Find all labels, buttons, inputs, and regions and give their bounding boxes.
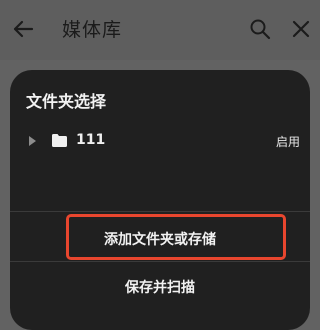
folder-name: 111 xyxy=(76,132,106,148)
folder-row[interactable]: 111 启用 xyxy=(10,124,310,160)
folder-icon xyxy=(52,134,67,147)
page-title: 媒体库 xyxy=(62,19,123,41)
app-bar: 媒体库 xyxy=(0,0,320,60)
save-and-scan-button[interactable]: 保存并扫描 xyxy=(10,277,310,297)
divider xyxy=(10,261,310,262)
close-icon[interactable] xyxy=(290,18,312,40)
folder-status-toggle[interactable]: 启用 xyxy=(276,133,300,150)
folder-selection-dialog: 文件夹选择 111 启用 添加文件夹或存储 保存并扫描 xyxy=(10,70,310,330)
search-icon[interactable] xyxy=(249,18,271,40)
highlight-box xyxy=(66,214,286,260)
arrow-left-icon[interactable] xyxy=(12,18,34,40)
expand-triangle-icon[interactable] xyxy=(29,136,36,146)
dialog-title: 文件夹选择 xyxy=(26,92,107,111)
divider xyxy=(10,211,310,212)
